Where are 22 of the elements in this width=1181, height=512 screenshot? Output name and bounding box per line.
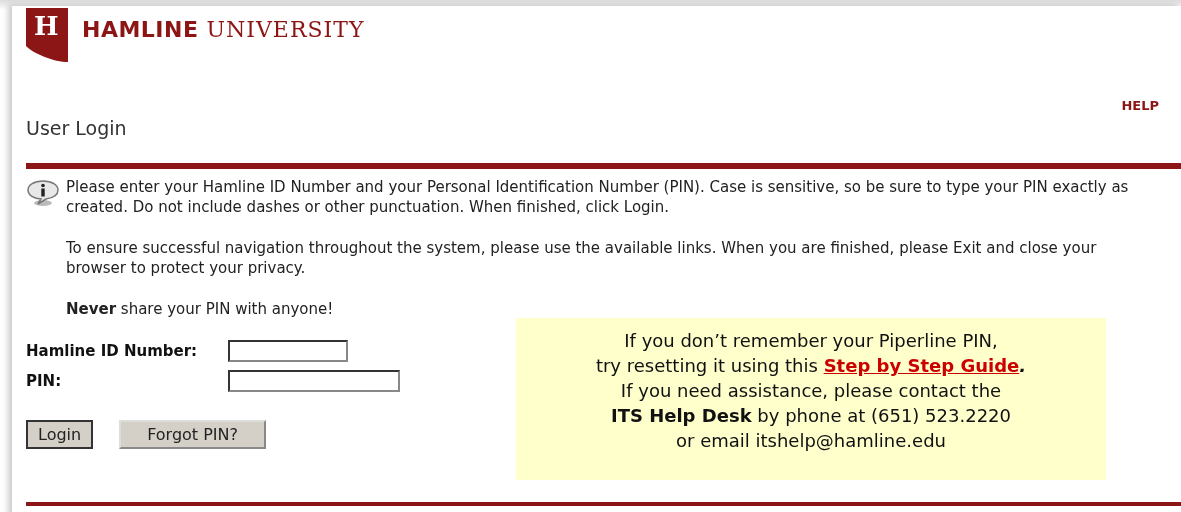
pin-field[interactable] bbox=[228, 370, 400, 392]
brand-name: UNIVERSITY bbox=[206, 17, 365, 42]
shield-logo-icon bbox=[26, 8, 68, 62]
notice-text: ITS Help Desk by phone at (651) 523.2220 bbox=[609, 404, 1012, 428]
login-button[interactable]: Login bbox=[26, 420, 94, 449]
instruction-text: To ensure successful navigation throughout the system, please use the available links. When you are finished, please Exit and close your browser to protect your privacy. bbox=[66, 238, 1098, 278]
logo-letter: H bbox=[34, 11, 59, 41]
notice-text: or email itshelp@hamline.edu bbox=[675, 429, 947, 453]
instruction-text: Please enter your Hamline ID Number and your Personal Identification Number (PIN). Case is sensitive, so be sure to type your PIN exactly as created. Do not include dashes or other punctuation. When finished, click Login. bbox=[66, 177, 1130, 217]
guide-link[interactable]: Step by Step Guide bbox=[823, 355, 1020, 376]
help-link[interactable]: HELP bbox=[1121, 98, 1159, 113]
notice-text: If you don’t remember your Piperline PIN, bbox=[623, 329, 999, 353]
instruction-text: Never share your PIN with anyone! bbox=[66, 299, 335, 319]
page-title: User Login bbox=[26, 117, 128, 139]
field-label: PIN: bbox=[26, 372, 63, 390]
field-label: Hamline ID Number: bbox=[26, 342, 199, 360]
notice-text: try resetting it using this Step by Step Guide. bbox=[594, 354, 1028, 378]
info-icon bbox=[26, 179, 60, 207]
id-number-field[interactable] bbox=[228, 340, 348, 362]
notice-text: If you need assistance, please contact the bbox=[619, 379, 1003, 403]
brand-name: HAMLINE bbox=[82, 17, 199, 42]
forgot-pin-button[interactable]: Forgot PIN? bbox=[119, 420, 267, 449]
